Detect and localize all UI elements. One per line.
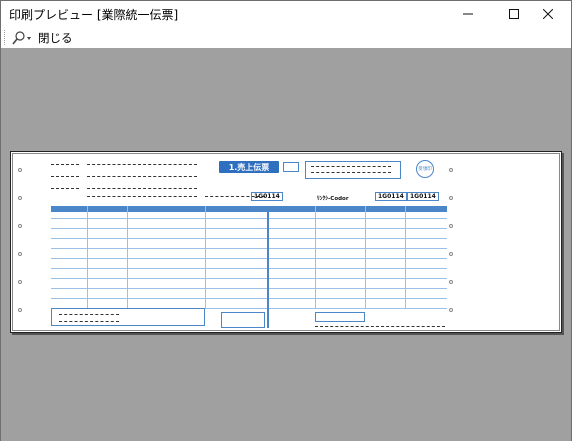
maximize-icon	[509, 9, 519, 19]
table-row	[51, 258, 447, 259]
column-divider	[87, 206, 88, 308]
column-divider	[365, 206, 366, 308]
receipt-stamp: 受領印	[416, 160, 434, 178]
slip-title: 1.売上伝票	[219, 161, 279, 173]
feed-hole	[18, 308, 22, 312]
preview-area[interactable]: 1.売上伝票 受領印 1G0114 ﾘﾝｸｼ-Codor 1G0114 1G01…	[1, 48, 571, 441]
feed-hole	[18, 280, 22, 284]
title-bar: 印刷プレビュー [業際統一伝票]	[1, 1, 571, 27]
minimize-button[interactable]	[445, 1, 491, 27]
field-line	[87, 176, 197, 177]
magnifier-dropdown-icon	[12, 30, 31, 44]
field-line	[87, 164, 197, 165]
feed-hole	[449, 252, 453, 256]
table-row	[51, 268, 447, 269]
minimize-icon	[463, 13, 473, 15]
column-divider	[315, 206, 316, 308]
column-divider	[405, 206, 406, 308]
close-icon	[543, 9, 553, 19]
feed-hole	[449, 280, 453, 284]
item-table-header	[51, 206, 447, 212]
table-row	[51, 218, 447, 219]
feed-hole	[18, 252, 22, 256]
table-row	[51, 298, 447, 299]
total-box	[221, 312, 265, 328]
page-content: 1.売上伝票 受領印 1G0114 ﾘﾝｸｼ-Codor 1G0114 1G01…	[12, 153, 560, 331]
field-line	[59, 321, 119, 322]
toolbar-grip[interactable]	[4, 30, 7, 45]
feed-hole	[449, 196, 453, 200]
close-window-button[interactable]	[525, 1, 571, 27]
slip-type-box	[283, 162, 299, 172]
column-divider	[205, 206, 206, 308]
table-row	[51, 278, 447, 279]
ship-to-box	[305, 161, 401, 179]
header-code: 1G0114	[251, 192, 283, 201]
column-divider-strong	[267, 206, 269, 328]
feed-hole	[18, 168, 22, 172]
preview-page: 1.売上伝票 受領印 1G0114 ﾘﾝｸｼ-Codor 1G0114 1G01…	[10, 151, 562, 333]
feed-hole	[18, 196, 22, 200]
field-line	[311, 172, 391, 173]
slip-code-right: 1G0114	[407, 192, 439, 201]
table-row	[51, 288, 447, 289]
field-line	[51, 164, 79, 165]
footer-line	[315, 326, 445, 327]
zoom-button[interactable]	[11, 29, 33, 46]
field-line	[51, 188, 79, 189]
toolbar: 閉じる	[1, 27, 571, 48]
tax-box	[315, 312, 365, 322]
feed-hole	[449, 224, 453, 228]
column-divider	[127, 206, 128, 308]
table-row	[51, 228, 447, 229]
field-line	[87, 188, 197, 189]
window-title: 印刷プレビュー [業際統一伝票]	[9, 8, 179, 22]
feed-hole	[449, 168, 453, 172]
header-name: ﾘﾝｸｼ-Codor	[317, 196, 349, 202]
print-preview-window: 印刷プレビュー [業際統一伝票] 閉じる 1.売上伝票 受領印 1G0114 ﾘ…	[0, 0, 572, 441]
sales-slip-form: 1.売上伝票 受領印 1G0114 ﾘﾝｸｼ-Codor 1G0114 1G01…	[15, 156, 557, 328]
field-line	[311, 166, 391, 167]
slip-code-left: 1G0114	[375, 192, 407, 201]
table-row	[51, 248, 447, 249]
field-line	[59, 314, 119, 315]
feed-hole	[449, 308, 453, 312]
field-line	[51, 176, 79, 177]
remarks-box	[51, 308, 205, 326]
table-row	[51, 238, 447, 239]
close-preview-button[interactable]: 閉じる	[38, 30, 73, 46]
field-line	[87, 196, 197, 197]
feed-hole	[18, 224, 22, 228]
